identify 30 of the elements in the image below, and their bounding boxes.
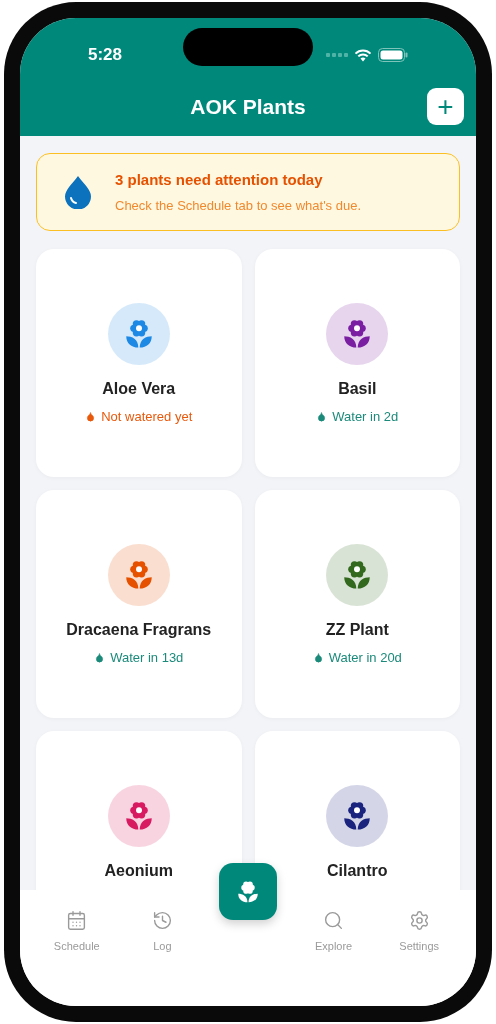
app-title: AOK Plants: [190, 94, 306, 121]
banner-message: Check the Schedule tab to see what's due.: [115, 196, 362, 215]
watering-status: Water in 20d: [328, 649, 402, 667]
plant-name: Basil: [338, 379, 377, 399]
add-button[interactable]: +: [427, 88, 464, 125]
calendar-icon: [66, 910, 88, 931]
plant-card[interactable]: Aeonium: [36, 731, 242, 890]
plant-name: Aeonium: [104, 861, 173, 881]
battery-icon: [378, 48, 408, 62]
settings-icon: [408, 910, 430, 931]
plant-card[interactable]: Dracaena Fragrans Water in 13d: [36, 490, 242, 718]
banner-title: 3 plants need attention today: [115, 170, 324, 190]
plant-card[interactable]: Aloe Vera Not watered yet: [36, 249, 242, 477]
water-drop-icon: [63, 175, 93, 209]
history-icon: [151, 910, 173, 931]
plant-name: Aloe Vera: [102, 379, 176, 399]
add-plant-button[interactable]: [219, 863, 277, 920]
status-time: 5:28: [88, 44, 123, 67]
watering-status: Water in 13d: [110, 649, 184, 667]
watering-status: Not watered yet: [101, 408, 193, 426]
watering-status: Water in 2d: [332, 408, 399, 426]
plant-name: Cilantro: [327, 861, 388, 881]
search-icon: [323, 910, 345, 931]
plant-card[interactable]: Basil Water in 2d: [254, 249, 460, 477]
plant-name: Dracaena Fragrans: [66, 620, 212, 640]
wifi-icon: [354, 48, 372, 62]
plant-name: ZZ Plant: [325, 620, 389, 640]
signal-icon: [326, 53, 348, 57]
plant-card[interactable]: ZZ Plant Water in 20d: [254, 490, 460, 718]
plant-card[interactable]: Cilantro: [254, 731, 460, 890]
